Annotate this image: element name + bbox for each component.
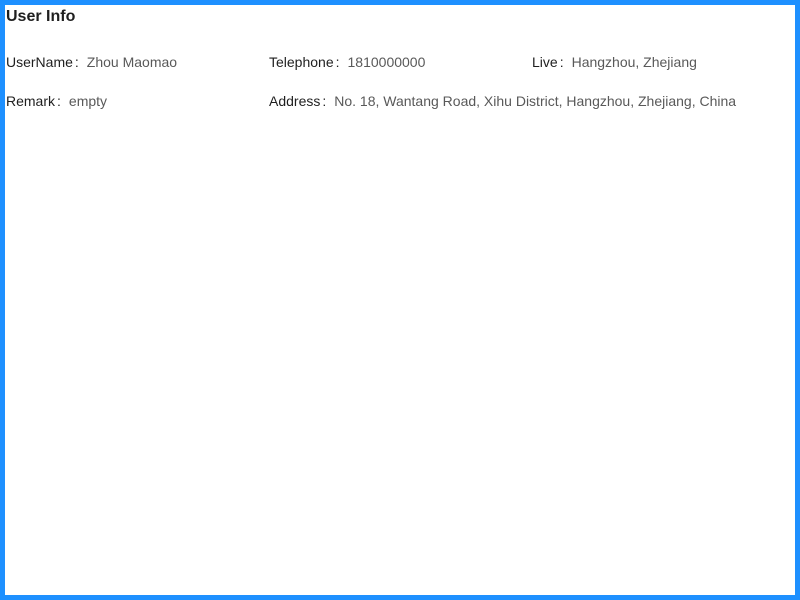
item-colon: : [74,54,79,70]
item-value: 1810000000 [347,54,426,70]
item-colon: : [559,54,564,70]
descriptions-row: UserName : Zhou Maomao Telephone : 18100… [6,52,796,72]
item-value: Zhou Maomao [86,54,178,70]
item-colon: : [57,93,61,109]
item-label: Live [532,54,558,70]
item-colon: : [335,54,340,70]
descriptions-title: User Info [6,8,76,25]
item-label: Address [269,93,321,109]
item-value: No. 18, Wantang Road, Xihu District, Han… [334,93,737,109]
item-address: Address : No. 18, Wantang Road, Xihu Dis… [269,91,796,111]
item-value: Hangzhou, Zhejiang [571,54,697,70]
item-telephone: Telephone : 1810000000 [269,52,532,72]
item-live: Live : Hangzhou, Zhejiang [532,52,795,72]
item-label: Telephone [269,54,334,70]
item-label: UserName [6,54,73,70]
item-remark: Remark : empty [6,91,269,111]
descriptions-row: Remark : empty Address : No. 18, Wantang… [6,91,796,111]
item-label: Remark [6,93,56,109]
item-username: UserName : Zhou Maomao [6,52,269,72]
item-colon: : [322,93,327,109]
user-info-descriptions: User Info UserName : Zhou Maomao Telepho… [6,5,796,109]
item-value: empty [68,93,108,109]
